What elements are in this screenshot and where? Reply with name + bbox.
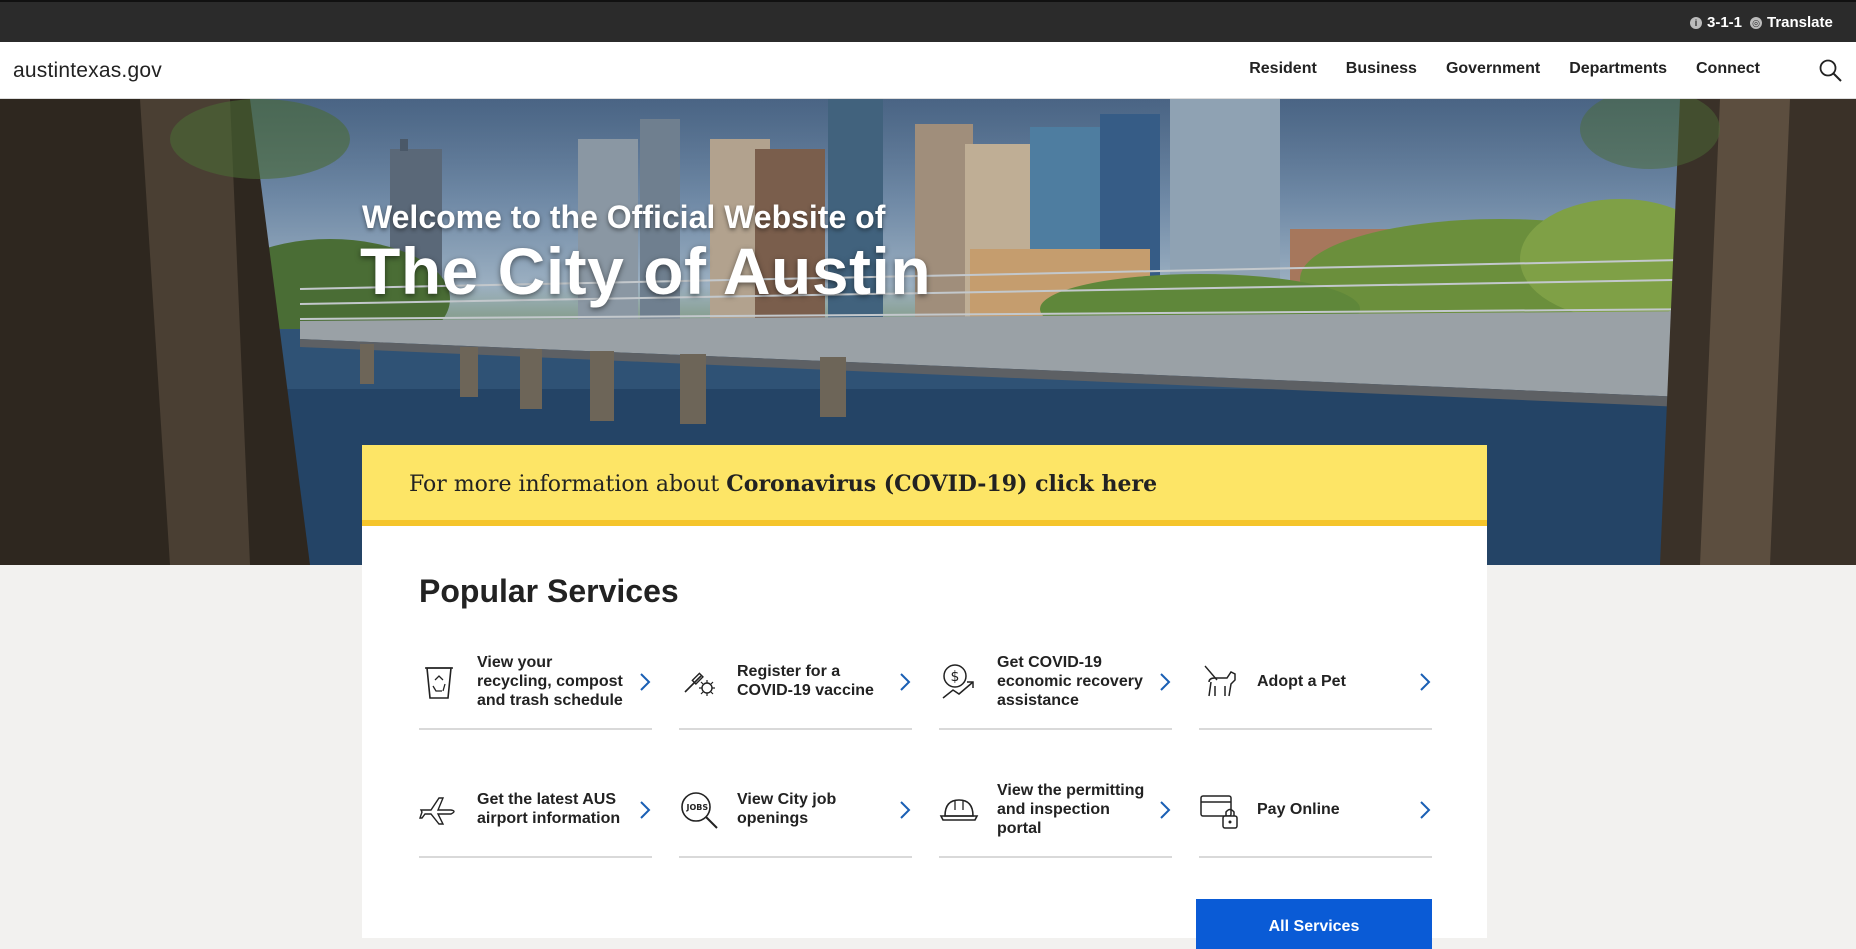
nav-departments[interactable]: Departments <box>1569 60 1667 78</box>
jobs-search-icon: JOBS <box>681 792 718 829</box>
economic-recovery-icon: $ <box>942 664 974 699</box>
covid-alert-banner[interactable]: For more information about Coronavirus (… <box>362 445 1487 526</box>
hard-hat-icon <box>939 799 979 821</box>
covid-alert-text: For more information about Coronavirus (… <box>409 471 1157 497</box>
service-economic-recovery-label: Get COVID-19 economic recovery assistanc… <box>997 653 1143 709</box>
pet-icon <box>1204 665 1236 697</box>
covid-alert-link[interactable]: Coronavirus (COVID-19) click here <box>726 471 1157 497</box>
main-nav: Resident Business Government Departments… <box>1249 60 1760 78</box>
site-header: austintexas.gov Resident Business Govern… <box>0 42 1856 99</box>
chevron-right-icon <box>1420 801 1431 819</box>
nav-connect[interactable]: Connect <box>1696 60 1760 78</box>
service-pay-online-label: Pay Online <box>1257 800 1340 818</box>
nav-business[interactable]: Business <box>1346 60 1417 78</box>
hero-subtitle: Welcome to the Official Website of <box>362 199 886 235</box>
service-permitting-label: View the permitting and inspection porta… <box>997 781 1145 837</box>
service-permitting[interactable]: View the permitting and inspection porta… <box>939 762 1172 858</box>
nav-resident[interactable]: Resident <box>1249 60 1317 78</box>
chevron-right-icon <box>1420 673 1431 691</box>
online-payment-icon <box>1200 795 1238 829</box>
info-icon: i <box>1690 16 1702 29</box>
service-city-jobs[interactable]: JOBS View City job openings <box>679 762 912 858</box>
service-recycling-label: View your recycling, compost and trash s… <box>477 653 623 709</box>
service-recycling[interactable]: View your recycling, compost and trash s… <box>419 634 652 730</box>
service-airport-label: Get the latest AUS airport information <box>477 791 621 827</box>
service-airport[interactable]: Get the latest AUS airport information <box>419 762 652 858</box>
chevron-right-icon <box>1160 673 1171 691</box>
search-icon[interactable] <box>1818 58 1844 84</box>
site-logo[interactable]: austintexas.gov <box>13 59 162 83</box>
translate-link[interactable]: ◎ Translate <box>1750 14 1833 31</box>
svg-text:$: $ <box>951 669 960 685</box>
service-economic-recovery[interactable]: $ Get COVID-19 economic recovery assista… <box>939 634 1172 730</box>
service-covid-vaccine-label: Register for a COVID-19 vaccine <box>737 663 874 699</box>
nav-government[interactable]: Government <box>1446 60 1540 78</box>
service-city-jobs-label: View City job openings <box>737 791 837 827</box>
phone-311-label: 3-1-1 <box>1707 14 1743 31</box>
recycling-bin-icon <box>425 667 453 699</box>
globe-icon: ◎ <box>1750 16 1762 29</box>
chevron-right-icon <box>1160 801 1171 819</box>
utility-bar: i 3-1-1 ◎ Translate <box>0 0 1856 42</box>
airplane-icon <box>419 797 455 825</box>
popular-services-card: Popular Services View your recycling, co… <box>362 526 1487 949</box>
service-covid-vaccine[interactable]: Register for a COVID-19 vaccine <box>679 634 912 730</box>
phone-311-link[interactable]: i 3-1-1 <box>1690 14 1742 31</box>
covid-alert-prefix: For more information about <box>409 472 727 497</box>
chevron-right-icon <box>640 801 651 819</box>
chevron-right-icon <box>900 801 911 819</box>
chevron-right-icon <box>640 673 651 691</box>
service-adopt-pet-label: Adopt a Pet <box>1257 672 1346 690</box>
service-adopt-pet[interactable]: Adopt a Pet <box>1199 634 1432 730</box>
chevron-right-icon <box>900 673 911 691</box>
service-pay-online[interactable]: Pay Online <box>1199 762 1432 858</box>
all-services-button[interactable]: All Services <box>1196 899 1432 949</box>
hero-title: The City of Austin <box>360 234 932 308</box>
popular-services-title: Popular Services <box>419 573 679 609</box>
vaccine-icon <box>684 672 715 696</box>
translate-label: Translate <box>1767 14 1833 31</box>
svg-text:JOBS: JOBS <box>686 803 709 812</box>
